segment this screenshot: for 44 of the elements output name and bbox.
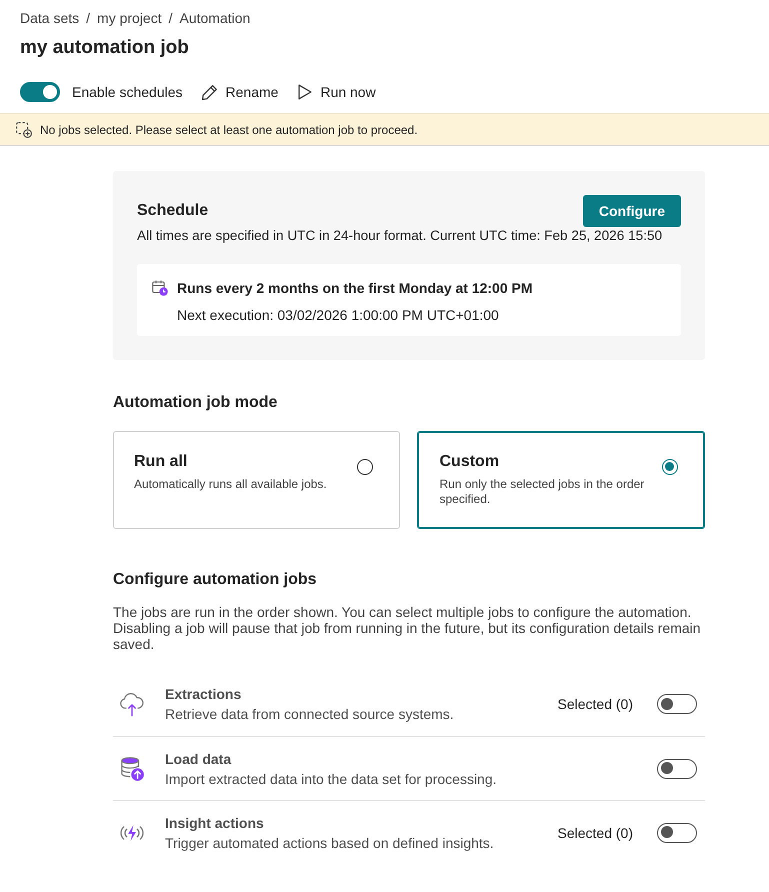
mode-option-card[interactable]: Custom Run only the selected jobs in the order specified.: [416, 431, 705, 529]
toggle-label: Enable schedules: [72, 84, 183, 100]
toggle-switch[interactable]: [657, 694, 697, 714]
option-title: Custom: [440, 452, 500, 472]
cloud-upload-icon: [119, 691, 145, 717]
banner-message: No jobs selected. Please select at least one automation job to proceed.: [40, 122, 418, 136]
rename-button[interactable]: Rename: [200, 84, 278, 100]
breadcrumb-link[interactable]: Data sets: [20, 8, 80, 28]
option-title: Run all: [134, 452, 188, 472]
breadcrumb-separator: /: [168, 9, 172, 28]
mode-option-card[interactable]: Run all Automatically runs all available jobs.: [113, 431, 400, 529]
pencil-icon: [200, 84, 218, 100]
section-description: The jobs are run in the order shown. You can select multiple jobs to configure the automation. Disabling a job will pause that job from running in the future, but its configuration details remain saved.: [113, 604, 702, 652]
next-execution-text: Next execution: 03/02/2026 1:00:00 PM UTC+01:00: [177, 306, 499, 325]
job-description: Retrieve data from connected source systems.: [165, 705, 454, 724]
panel-title: Schedule: [137, 202, 208, 220]
toggle-switch[interactable]: [20, 82, 60, 102]
breadcrumb-current: Automation: [180, 9, 250, 28]
configure-button[interactable]: Configure: [582, 195, 681, 227]
page-title: my automation job: [20, 36, 189, 60]
section-heading: Automation job mode: [113, 393, 278, 413]
job-description: Import extracted data into the data set for processing.: [165, 770, 497, 788]
breadcrumb-link[interactable]: my project: [97, 8, 162, 28]
dashed-selection-icon: [16, 122, 32, 138]
section-heading: Configure automation jobs: [113, 570, 317, 590]
radio-button[interactable]: [356, 459, 372, 475]
toggle-switch[interactable]: [657, 822, 697, 842]
schedule-rule: Runs every 2 months on the first Monday at 12:00 PM: [177, 279, 533, 298]
run-now-button[interactable]: Run now: [298, 84, 376, 100]
selected-count: Selected (0): [558, 696, 633, 712]
option-description: Run only the selected jobs in the order specified.: [440, 477, 646, 507]
job-description: Trigger automated actions based on defined insights.: [165, 834, 494, 852]
toggle-switch[interactable]: [657, 758, 697, 778]
timezone-note: All times are specified in UTC in 24-hour format. Current UTC time: Feb 25, 2026 15:50: [137, 228, 662, 243]
calendar-clock-icon: [152, 280, 168, 296]
job-title: Insight actions: [165, 814, 264, 832]
radio-button[interactable]: [662, 459, 678, 475]
play-icon: [298, 84, 312, 100]
selected-count: Selected (0): [558, 824, 633, 840]
job-title: Extractions: [165, 685, 242, 704]
option-description: Automatically runs all available jobs.: [134, 477, 327, 492]
job-title: Load data: [165, 750, 232, 768]
breadcrumb-separator: /: [86, 9, 90, 28]
database-upload-icon: [119, 756, 145, 782]
